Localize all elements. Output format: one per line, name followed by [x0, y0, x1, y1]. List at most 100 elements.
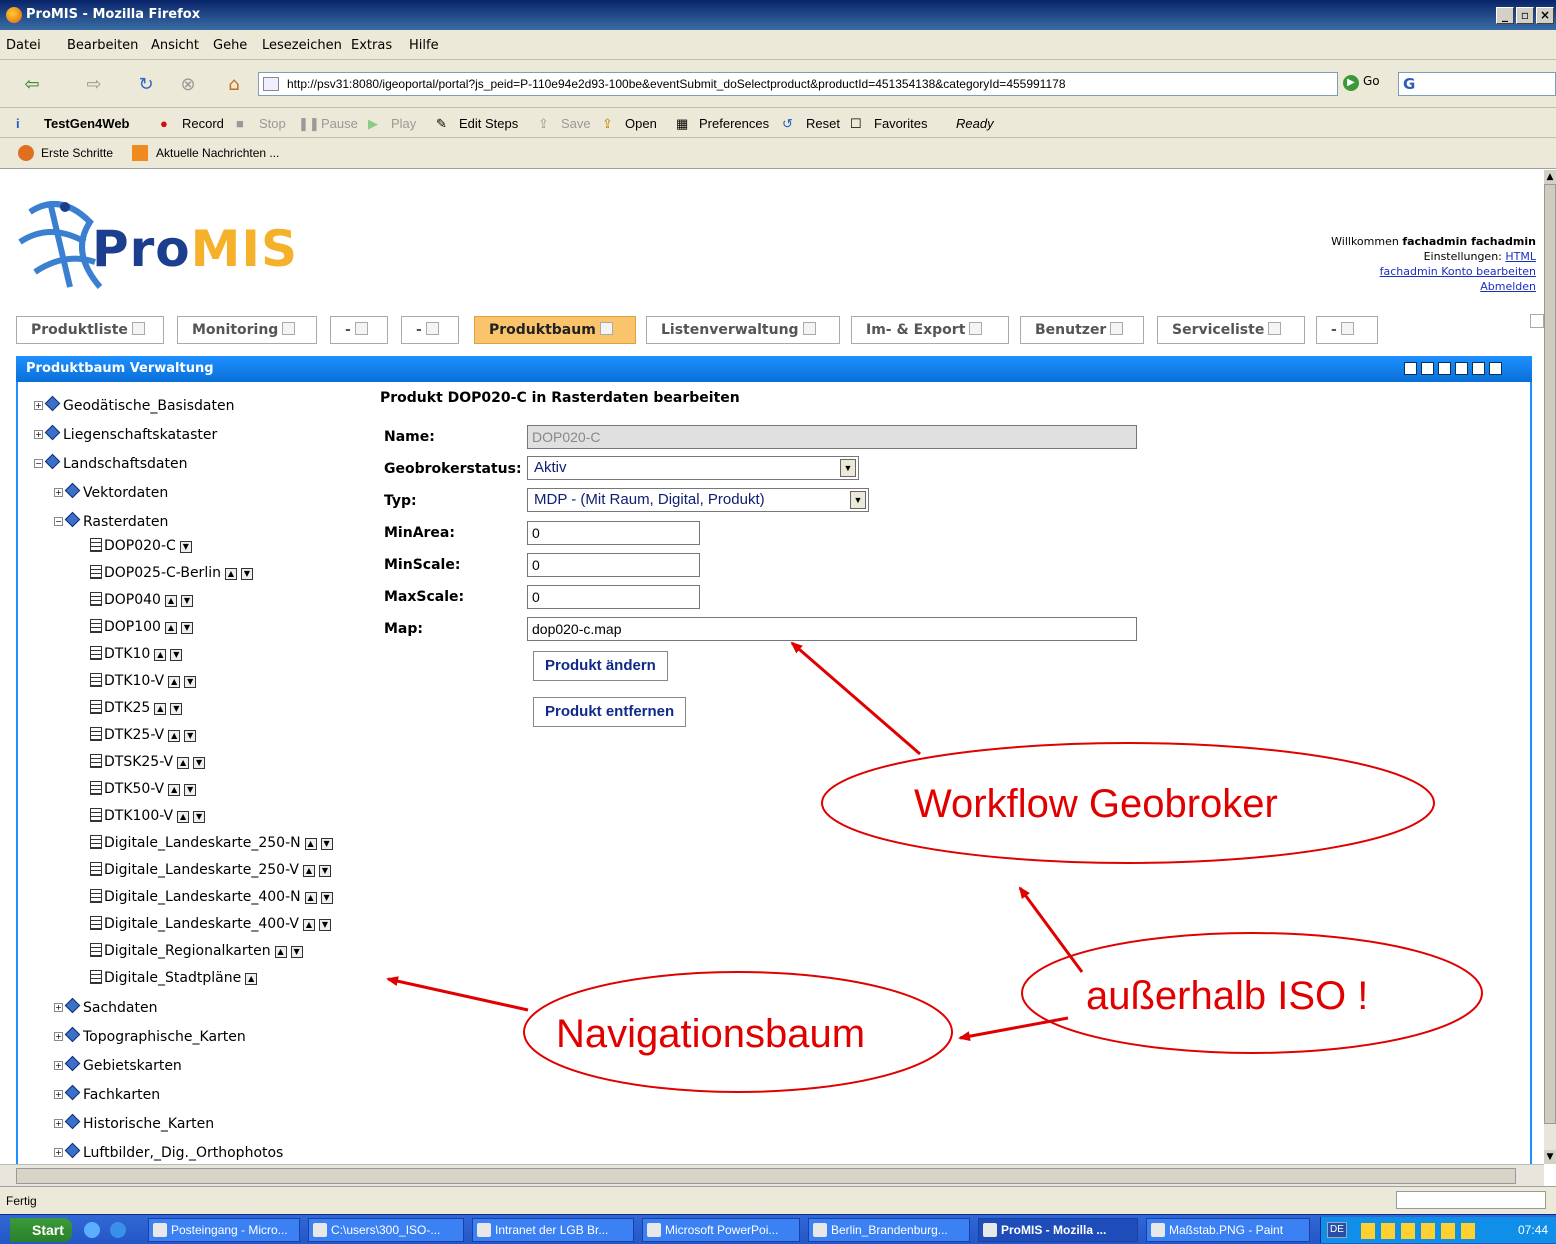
maximize-icon[interactable] — [1489, 362, 1502, 375]
reset-button[interactable]: Reset — [806, 116, 840, 131]
move-up-icon[interactable]: ▲ — [164, 595, 177, 607]
move-down-icon[interactable]: ▼ — [184, 730, 197, 742]
menu-lesezeichen[interactable]: Lesezeichen — [262, 38, 342, 53]
tree-leaf[interactable]: DTK50-V ▲ ▼ — [90, 781, 197, 797]
move-up-icon[interactable]: ▲ — [154, 703, 167, 715]
tree-leaf[interactable]: DTK25-V ▲ ▼ — [90, 727, 197, 743]
move-up-icon[interactable]: ▲ — [168, 676, 181, 688]
tree-node[interactable]: + Fachkarten — [54, 1084, 160, 1103]
collapse-icon[interactable]: − — [54, 517, 63, 526]
move-up-icon[interactable]: ▲ — [168, 784, 181, 796]
expand-icon[interactable]: + — [54, 1119, 63, 1128]
preferences-button[interactable]: Preferences — [699, 116, 769, 131]
task-powerpoint[interactable]: Microsoft PowerPoi... — [642, 1218, 800, 1242]
edit-icon[interactable] — [802, 322, 816, 335]
tree-leaf[interactable]: Digitale_Stadtpläne ▲ — [90, 970, 258, 986]
expand-icon[interactable]: + — [54, 488, 63, 497]
expand-icon[interactable]: + — [34, 430, 43, 439]
move-down-icon[interactable]: ▼ — [318, 919, 331, 931]
move-up-icon[interactable]: ▲ — [245, 973, 258, 985]
collapse-icon[interactable]: − — [34, 459, 43, 468]
move-up-icon[interactable]: ▲ — [177, 811, 190, 823]
close-icon[interactable] — [1455, 362, 1468, 375]
forward-icon[interactable]: ⇨ — [80, 72, 108, 98]
move-up-icon[interactable]: ▲ — [164, 622, 177, 634]
print-icon[interactable] — [1421, 362, 1434, 375]
geobrokerstatus-select[interactable]: Aktiv ▼ — [527, 456, 859, 480]
tree-leaf[interactable]: DOP040 ▲ ▼ — [90, 592, 193, 608]
open-button[interactable]: Open — [625, 116, 657, 131]
play-button[interactable]: Play — [391, 116, 416, 131]
tab-add-icon[interactable] — [1530, 314, 1544, 328]
tab-benutzer[interactable]: Benutzer — [1020, 316, 1144, 344]
tree-node[interactable]: + Liegenschaftskataster — [34, 424, 217, 443]
scroll-thumb[interactable] — [1544, 184, 1556, 1124]
edit-icon[interactable] — [131, 322, 145, 335]
task-firefox[interactable]: ProMIS - Mozilla ... — [978, 1218, 1138, 1242]
horizontal-scrollbar[interactable] — [0, 1164, 1544, 1186]
tab-listenverwaltung[interactable]: Listenverwaltung — [646, 316, 840, 344]
tree-node[interactable]: + Sachdaten — [54, 997, 157, 1016]
expand-icon[interactable]: + — [54, 1148, 63, 1157]
start-button[interactable]: Start — [10, 1218, 72, 1242]
move-down-icon[interactable]: ▼ — [193, 811, 206, 823]
move-down-icon[interactable]: ▼ — [318, 865, 331, 877]
edit-icon[interactable] — [354, 322, 368, 335]
task-intranet[interactable]: Intranet der LGB Br... — [472, 1218, 634, 1242]
quicklaunch-icon[interactable] — [84, 1222, 100, 1238]
tab-empty-3[interactable]: - — [1316, 316, 1378, 344]
tree-node[interactable]: + Historische_Karten — [54, 1113, 214, 1132]
edit-icon[interactable] — [1268, 322, 1282, 335]
minimize-button[interactable]: _ — [1496, 7, 1514, 24]
tree-leaf[interactable]: DTK10-V ▲ ▼ — [90, 673, 197, 689]
tree-node[interactable]: − Landschaftsdaten — [34, 453, 188, 472]
move-up-icon[interactable]: ▲ — [154, 649, 167, 661]
tree-node[interactable]: + Luftbilder,_Dig._Orthophotos — [54, 1142, 283, 1161]
bookmark-nachrichten[interactable]: Aktuelle Nachrichten ... — [156, 146, 279, 160]
minscale-field[interactable]: 0 — [527, 553, 700, 577]
move-down-icon[interactable]: ▼ — [170, 703, 183, 715]
task-outlook[interactable]: Posteingang - Micro... — [148, 1218, 300, 1242]
tree-leaf[interactable]: Digitale_Landeskarte_250-V ▲ ▼ — [90, 862, 331, 878]
move-down-icon[interactable]: ▼ — [240, 568, 253, 580]
move-down-icon[interactable]: ▼ — [290, 946, 303, 958]
logout-link[interactable]: Abmelden — [1480, 280, 1536, 293]
menu-extras[interactable]: Extras — [351, 38, 392, 53]
edit-icon[interactable] — [1404, 362, 1417, 375]
move-up-icon[interactable]: ▲ — [304, 838, 317, 850]
move-down-icon[interactable]: ▼ — [320, 838, 333, 850]
edit-icon[interactable] — [969, 322, 983, 335]
move-down-icon[interactable]: ▼ — [320, 892, 333, 904]
expand-icon[interactable]: + — [54, 1090, 63, 1099]
move-down-icon[interactable]: ▼ — [193, 757, 206, 769]
edit-icon[interactable] — [599, 322, 613, 335]
scroll-thumb[interactable] — [16, 1168, 1516, 1184]
move-down-icon[interactable]: ▼ — [179, 541, 192, 553]
move-up-icon[interactable]: ▲ — [302, 865, 315, 877]
tree-leaf[interactable]: DOP025-C-Berlin ▲ ▼ — [90, 565, 253, 581]
tab-produktbaum[interactable]: Produktbaum — [474, 316, 636, 344]
favorites-button[interactable]: Favorites — [874, 116, 927, 131]
expand-icon[interactable]: + — [54, 1032, 63, 1041]
menu-ansicht[interactable]: Ansicht — [151, 38, 199, 53]
tab-produktliste[interactable]: Produktliste — [16, 316, 164, 344]
move-up-icon[interactable]: ▲ — [168, 730, 181, 742]
tab-im-export[interactable]: Im- & Export — [851, 316, 1009, 344]
tray-icons[interactable] — [1361, 1223, 1481, 1239]
tree-leaf[interactable]: DTK25 ▲ ▼ — [90, 700, 183, 716]
close-button[interactable]: × — [1536, 7, 1554, 24]
tree-leaf[interactable]: DTK10 ▲ ▼ — [90, 646, 183, 662]
tree-node[interactable]: + Geodätische_Basisdaten — [34, 395, 234, 414]
menu-datei[interactable]: Datei — [6, 38, 41, 53]
edit-account-link[interactable]: fachadmin Konto bearbeiten — [1380, 265, 1536, 278]
tree-node[interactable]: + Vektordaten — [54, 482, 168, 501]
bookmark-erste-schritte[interactable]: Erste Schritte — [41, 146, 113, 160]
change-product-button[interactable]: Produkt ändern — [533, 651, 668, 681]
expand-icon[interactable]: + — [34, 401, 43, 410]
tree-leaf[interactable]: DTSK25-V ▲ ▼ — [90, 754, 206, 770]
expand-icon[interactable]: + — [54, 1061, 63, 1070]
scroll-up-icon[interactable]: ▲ — [1544, 170, 1556, 184]
edit-icon[interactable] — [282, 322, 296, 335]
minimize-icon[interactable] — [1472, 362, 1485, 375]
tree-node[interactable]: − Rasterdaten — [54, 511, 168, 530]
